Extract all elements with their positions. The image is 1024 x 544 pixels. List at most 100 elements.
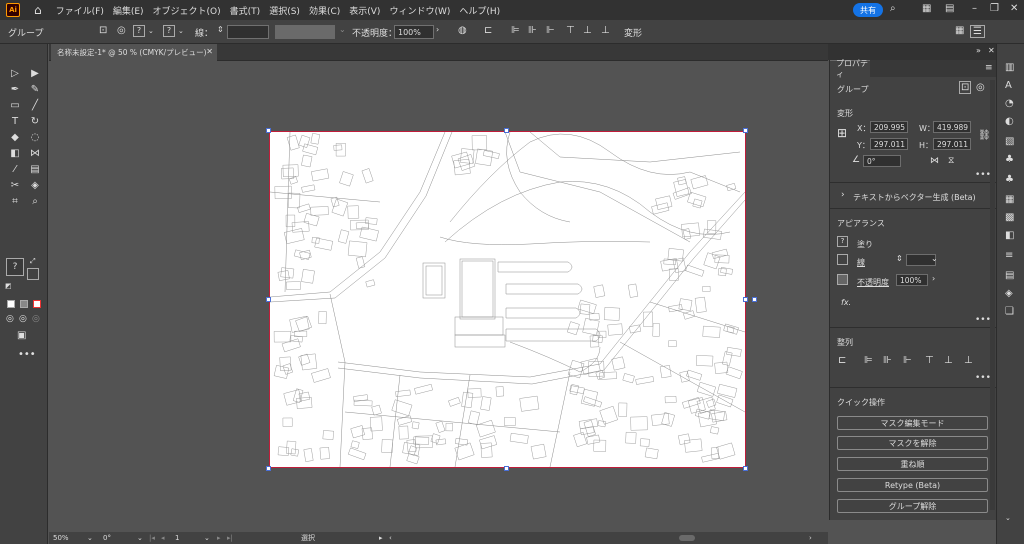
more-options-icon[interactable]: ••• [975, 373, 991, 383]
rectangle-tool-icon[interactable]: ▭ [6, 98, 24, 113]
next-artboard-icon[interactable]: ▸ [217, 534, 221, 542]
swatches-icon[interactable]: ▦ [1005, 194, 1014, 205]
home-icon[interactable]: ⌂ [34, 3, 42, 17]
color-guide-icon[interactable]: ▩ [1005, 212, 1014, 223]
h-field[interactable]: 297.011 [933, 138, 971, 150]
recolor-icon[interactable]: ◍ [458, 25, 467, 36]
angle-field[interactable]: 0° [863, 155, 901, 167]
menu-edit[interactable]: 編集(E) [113, 4, 144, 17]
gradient-tool-icon[interactable]: ▤ [26, 162, 44, 177]
align-right-icon[interactable]: ⊩ [546, 25, 555, 36]
close-tab-icon[interactable]: ✕ [206, 47, 213, 56]
panel-menu-icon[interactable]: ≡ [985, 63, 993, 73]
horizontal-scrollbar-thumb[interactable] [679, 535, 695, 541]
menu-help[interactable]: ヘルプ(H) [459, 4, 500, 17]
align-top-icon[interactable]: ⊤ [566, 25, 575, 36]
properties-panel-icon[interactable]: ▥ [1005, 62, 1014, 73]
symbol-sprayer-tool-icon[interactable]: ◈ [26, 178, 44, 193]
opacity-field[interactable]: 100% [896, 274, 928, 286]
chevron-down-icon[interactable]: ⌄ [137, 534, 143, 542]
selection-handle-tr[interactable] [743, 128, 748, 133]
fill-swatch-icon[interactable]: ? [837, 236, 848, 247]
chevron-down-icon[interactable]: ⌄ [148, 27, 154, 35]
first-artboard-icon[interactable]: |◂ [149, 534, 155, 542]
color-mode-icon[interactable] [7, 300, 15, 308]
brushes-icon[interactable]: ♣ [1005, 154, 1014, 165]
close-icon[interactable]: ✕ [1010, 3, 1018, 14]
target-icon[interactable]: ◎ [976, 82, 985, 93]
align-bottom-icon[interactable]: ⊥ [601, 25, 610, 36]
more-tools-icon[interactable]: ••• [18, 349, 36, 360]
align-right-icon[interactable]: ⊩ [903, 355, 912, 366]
stroke-icon[interactable]: ≡ [1005, 250, 1013, 261]
constrain-proportions-icon[interactable]: ⛓ [978, 130, 991, 141]
transform-link[interactable]: 変形 [624, 26, 642, 39]
flip-horizontal-icon[interactable]: ⋈ [930, 156, 939, 166]
chevron-down-icon[interactable]: ⌄ [178, 27, 184, 35]
properties-tab[interactable]: プロパティ [830, 59, 870, 79]
reference-point-icon[interactable]: ⊞ [837, 126, 847, 140]
isolate-group-icon[interactable]: ⊡ [99, 25, 107, 36]
swap-colors-icon[interactable]: ⤢ [30, 257, 36, 266]
last-artboard-icon[interactable]: ▸| [227, 534, 233, 542]
document-tab[interactable]: 名称未設定-1* @ 50 % (CMYK/プレビュー) ✕ [51, 44, 217, 61]
align-left-icon[interactable]: ⊫ [864, 355, 873, 366]
x-field[interactable]: 209.995 [870, 121, 908, 133]
align-bottom-icon[interactable]: ⊥ [964, 355, 973, 366]
stroke-stepper-icon[interactable]: ⇕ [896, 254, 903, 263]
fill-swatch-icon[interactable]: ? [133, 25, 145, 37]
isolate-group-icon[interactable]: ⊡ [959, 81, 972, 94]
stroke-style-dropdown[interactable] [275, 25, 335, 39]
menu-window[interactable]: ウィンドウ(W) [389, 4, 450, 17]
stroke-label[interactable]: 線 [857, 257, 865, 268]
menu-file[interactable]: ファイル(F) [56, 4, 104, 17]
close-panel-icon[interactable]: ✕ [988, 46, 995, 55]
scale-tool-icon[interactable]: ◧ [6, 146, 24, 161]
draw-inside-icon[interactable]: ◎ [32, 314, 40, 324]
lasso-tool-icon[interactable]: ◌ [26, 130, 44, 145]
chevron-right-icon[interactable]: › [932, 274, 935, 283]
align-left-icon[interactable]: ⊫ [511, 25, 520, 36]
selection-handle-ml[interactable] [266, 297, 271, 302]
w-field[interactable]: 419.989 [933, 121, 971, 133]
mask-edit-mode-button[interactable]: マスク編集モード [837, 416, 988, 430]
screen-mode-icon[interactable]: ▣ [17, 330, 26, 341]
shape-builder-tool-icon[interactable]: ✂ [6, 178, 24, 193]
minimize-icon[interactable]: – [972, 3, 977, 14]
more-options-icon[interactable]: ••• [975, 315, 991, 325]
fill-swatch-icon[interactable]: ? [6, 258, 24, 276]
fx-button[interactable]: fx. [841, 298, 851, 307]
selection-handle-tl[interactable] [266, 128, 271, 133]
workspace-icon[interactable]: ▦ [922, 3, 931, 14]
retype-button[interactable]: Retype (Beta) [837, 478, 988, 492]
more-options-icon[interactable]: ••• [975, 170, 991, 180]
rotate-tool-icon[interactable]: ↻ [26, 114, 44, 129]
stroke-weight-field[interactable] [227, 25, 269, 39]
gradient-mode-icon[interactable] [20, 300, 28, 308]
selection-handle-br[interactable] [743, 466, 748, 471]
collapse-panel-icon[interactable]: » [976, 46, 981, 55]
stroke-swatch-icon[interactable] [27, 268, 39, 280]
direct-selection-tool-icon[interactable]: ▶ [26, 66, 44, 81]
share-button[interactable]: 共有 [853, 3, 883, 17]
chevron-down-icon[interactable]: ⌄ [204, 534, 210, 542]
chevron-down-icon[interactable]: ⌄ [339, 25, 346, 34]
align-top-icon[interactable]: ⊤ [925, 355, 934, 366]
chevron-right-icon[interactable]: › [841, 190, 845, 200]
rotation-value[interactable]: 0° [103, 534, 111, 542]
flip-vertical-icon[interactable]: ⧖ [948, 156, 954, 166]
panel-menu-icon[interactable]: ☰ [970, 25, 985, 38]
align-vcenter-icon[interactable]: ⊥ [944, 355, 953, 366]
arrange-icon[interactable]: ▤ [945, 3, 954, 14]
artboard-number-field[interactable]: 1 [175, 534, 179, 542]
release-mask-button[interactable]: マスクを解除 [837, 436, 988, 450]
zoom-tool-icon[interactable]: ⌕ [26, 194, 44, 209]
draw-behind-icon[interactable]: ◎ [19, 314, 27, 324]
vector-generate-label[interactable]: テキストからベクター生成 (Beta) [853, 192, 976, 203]
opacity-field[interactable]: 100% [394, 25, 434, 39]
default-colors-icon[interactable]: ◩ [5, 282, 12, 290]
maximize-icon[interactable]: ❐ [990, 3, 999, 14]
zoom-level[interactable]: 50% [53, 534, 69, 542]
scroll-left-icon[interactable]: ‹ [389, 534, 392, 542]
align-to-icon[interactable]: ⊏ [484, 25, 492, 36]
